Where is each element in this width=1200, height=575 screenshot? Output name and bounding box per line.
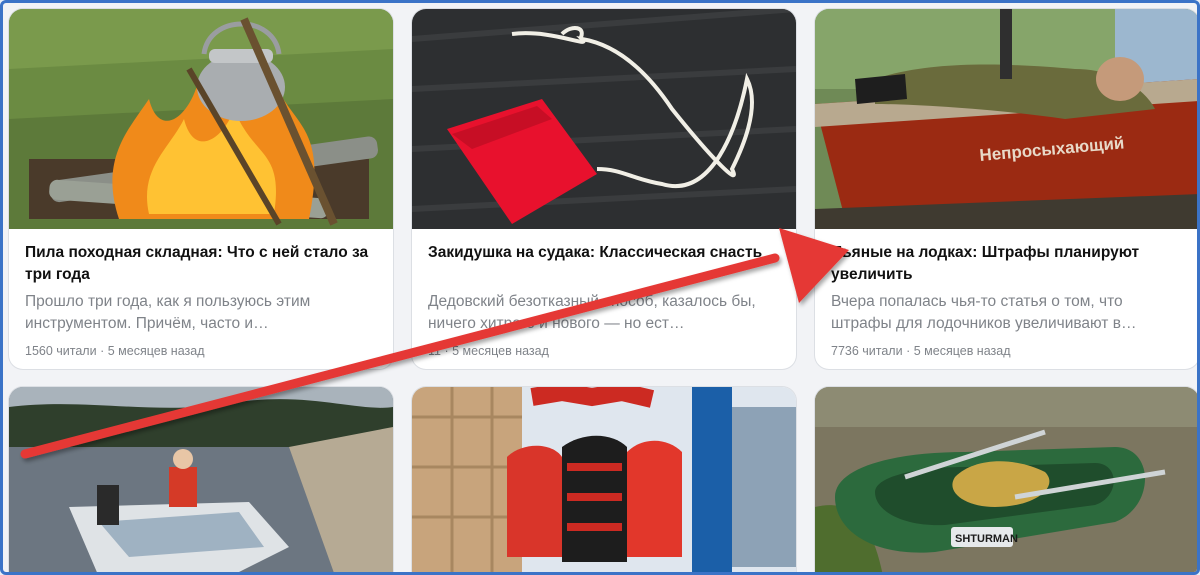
article-title[interactable]: Пьяные на лодках: Штрафы планируют увели… <box>831 242 1183 286</box>
article-card[interactable]: SHTURMAN <box>815 387 1197 572</box>
man-on-boat-image[interactable]: Непросыхающий <box>815 9 1197 229</box>
meta-separator: · <box>906 344 911 358</box>
article-card[interactable]: Непросыхающий Пьяные на лодках: Штрафы п… <box>815 9 1197 369</box>
view-count: 1560 читали <box>25 344 97 358</box>
article-title[interactable]: Закидушка на судака: Классическая снасть <box>428 242 780 264</box>
life-jackets-store-image[interactable] <box>412 387 796 572</box>
motorboat-river-image[interactable] <box>9 387 393 572</box>
publish-age: 5 месяцев назад <box>452 344 549 358</box>
article-title[interactable]: Пила походная складная: Что с ней стало … <box>25 242 377 286</box>
article-meta: 11 · 5 месяцев назад <box>428 343 780 359</box>
article-card[interactable] <box>412 387 796 572</box>
campfire-kettle-image[interactable] <box>9 9 393 229</box>
meta-separator: · <box>100 344 105 358</box>
red-cloth-cord-image[interactable] <box>412 9 796 229</box>
article-description: Вчера попалась чья-то статья о том, что … <box>831 293 1137 332</box>
view-count: 11 <box>428 344 441 358</box>
publish-age: 5 месяцев назад <box>913 344 1011 358</box>
boat-brand-text: SHTURMAN <box>955 533 1018 545</box>
article-meta: 1560 читали · 5 месяцев назад <box>25 343 377 359</box>
publish-age: 5 месяцев назад <box>107 344 205 358</box>
inflatable-boat-image[interactable]: SHTURMAN <box>815 387 1197 572</box>
article-meta: 7736 читали · 5 месяцев назад <box>831 343 1183 359</box>
meta-separator: · <box>444 344 449 358</box>
article-card[interactable]: Пила походная складная: Что с ней стало … <box>9 9 393 369</box>
article-card[interactable]: Закидушка на судака: Классическая снасть… <box>412 9 796 369</box>
article-card[interactable] <box>9 387 393 572</box>
article-description: Дедовский безотказный способ, казалось б… <box>428 293 756 332</box>
feed-frame: Пила походная складная: Что с ней стало … <box>0 0 1200 575</box>
view-count: 7736 читали <box>831 344 903 358</box>
article-description: Прошло три года, как я пользуюсь этим ин… <box>25 293 311 332</box>
